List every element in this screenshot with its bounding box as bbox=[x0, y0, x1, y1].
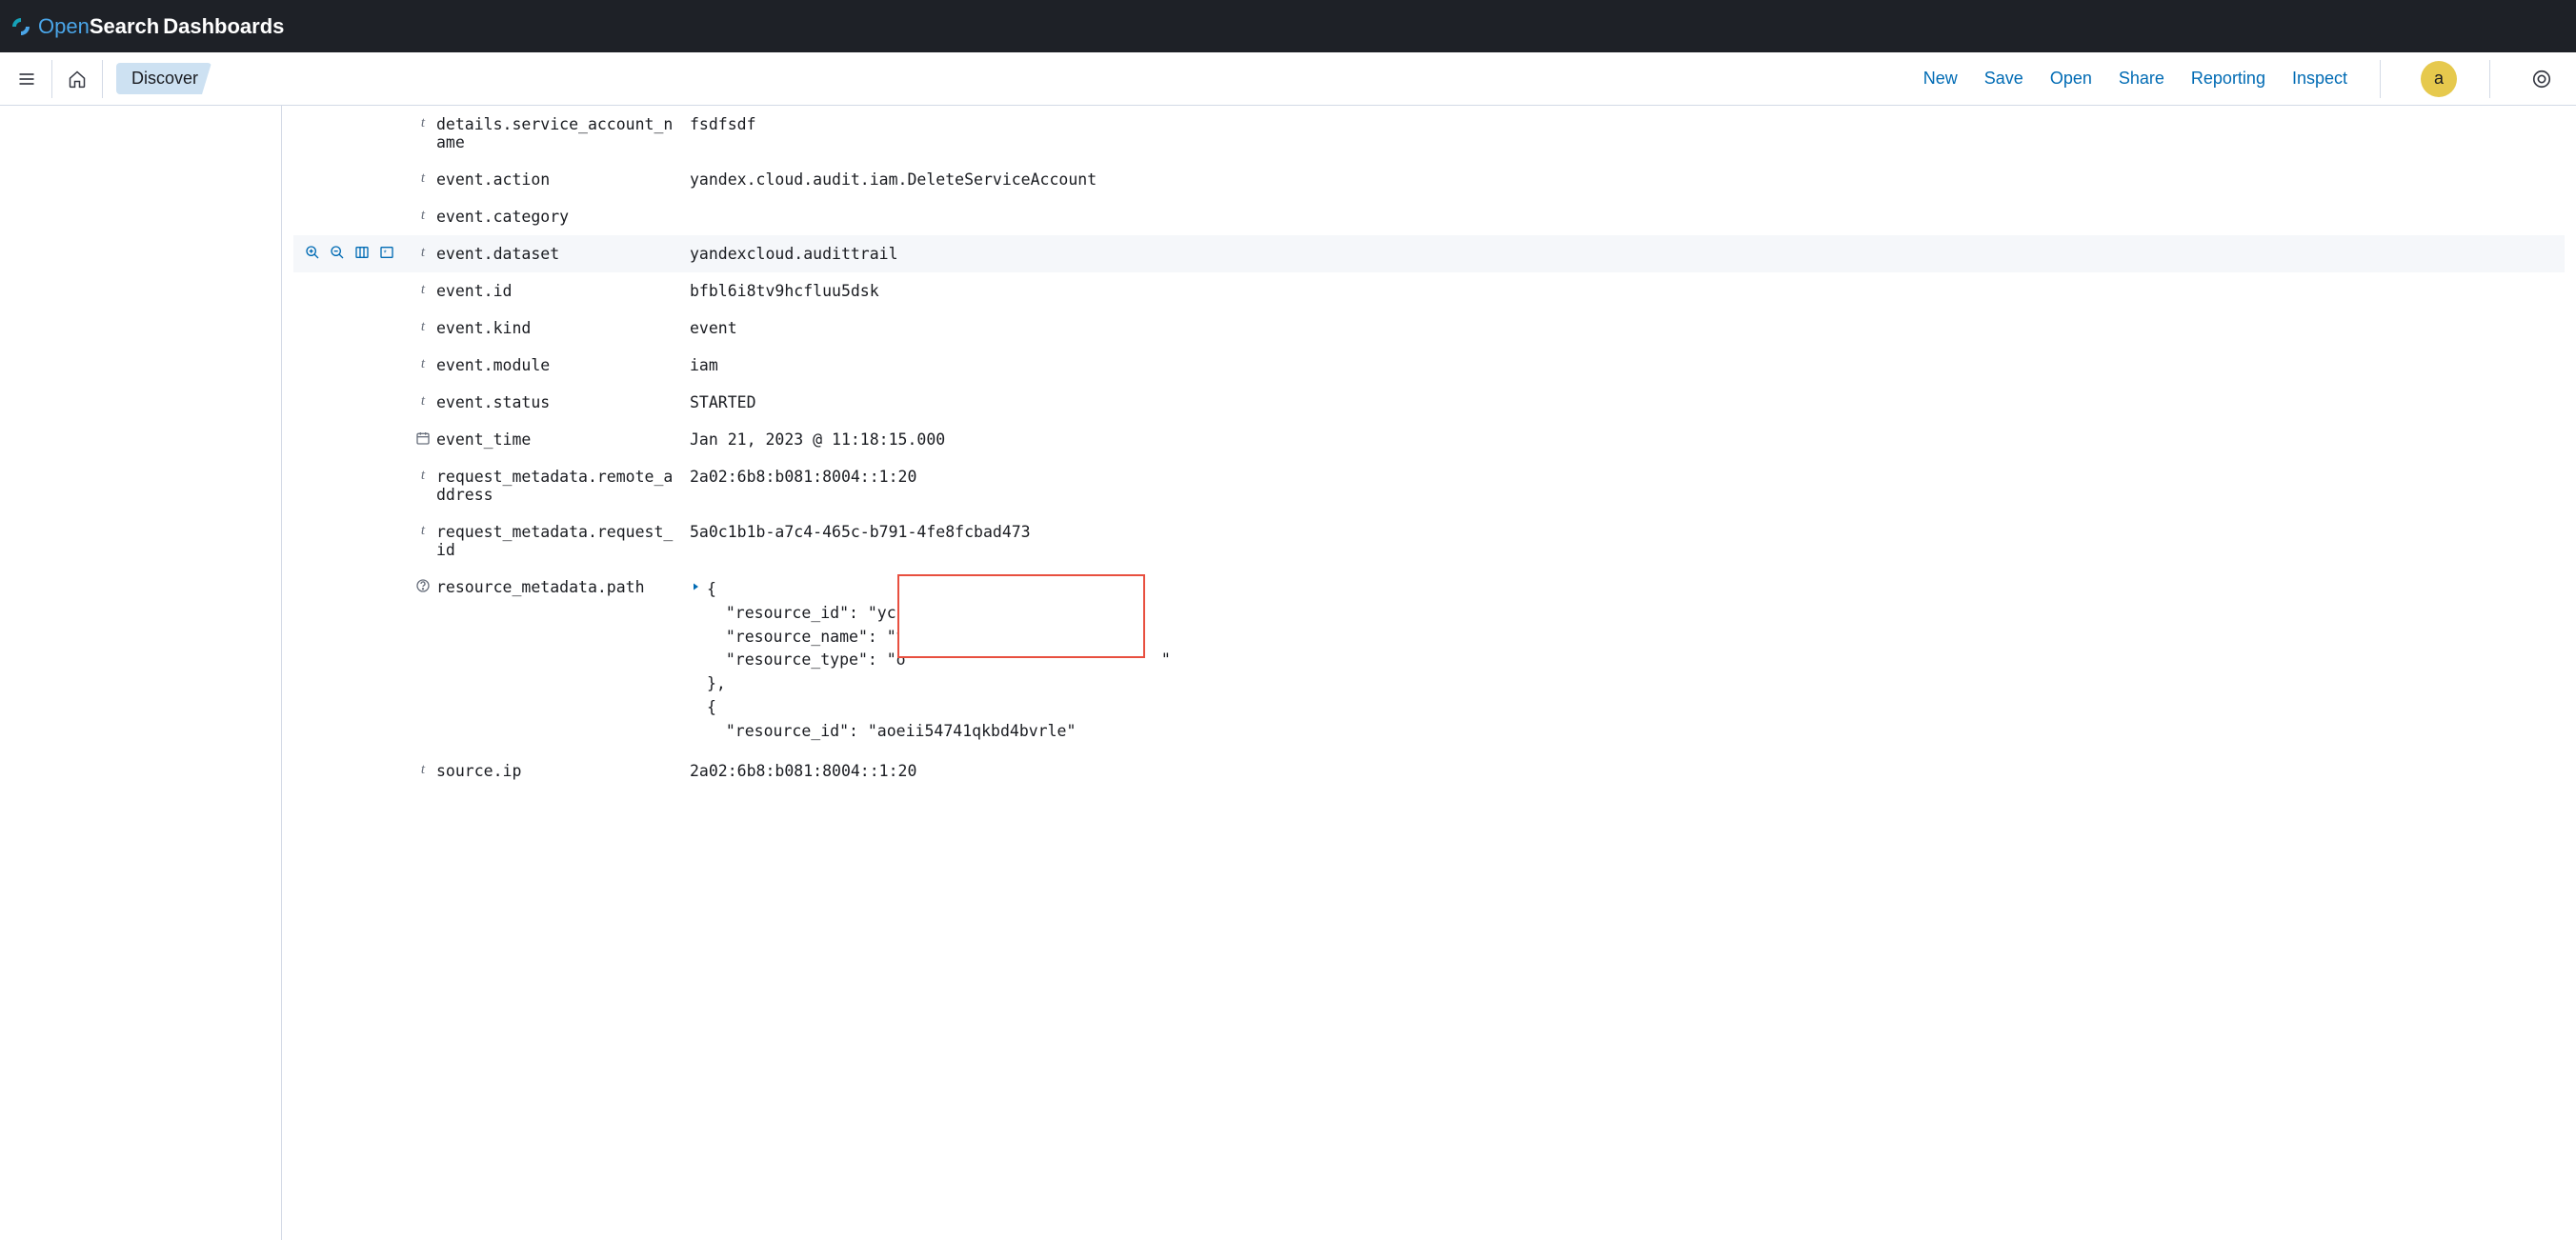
new-button[interactable]: New bbox=[1923, 69, 1958, 89]
field-value: yandexcloud.audittrail bbox=[690, 245, 2561, 263]
field-row[interactable]: * tsource.ip2a02:6b8:b081:8004::1:20 bbox=[293, 752, 2565, 790]
field-name: event.status bbox=[436, 393, 690, 411]
field-row[interactable]: * resource_metadata.path{ "resource_id":… bbox=[293, 569, 2565, 752]
field-name: source.ip bbox=[436, 762, 690, 780]
field-name: event.module bbox=[436, 356, 690, 374]
logo-text: OpenSearchDashboards bbox=[38, 14, 284, 39]
field-value: { "resource_id": "yc. "resource_name": "… bbox=[690, 578, 2561, 743]
field-table: * tdetails.service_account_idb1bbuc4ckc2… bbox=[293, 106, 2565, 790]
field-row[interactable]: * tevent.moduleiam bbox=[293, 347, 2565, 384]
logo-search: Search bbox=[90, 14, 159, 38]
field-name: event.dataset bbox=[436, 245, 690, 263]
text-type-icon: t bbox=[410, 523, 436, 539]
help-button[interactable] bbox=[2523, 60, 2561, 98]
field-row[interactable]: * tevent.datasetyandexcloud.audittrail bbox=[293, 235, 2565, 272]
field-value: 2a02:6b8:b081:8004::1:20 bbox=[690, 762, 2561, 780]
filter-out-icon[interactable] bbox=[330, 245, 345, 260]
field-value: STARTED bbox=[690, 393, 2561, 411]
text-type-icon: t bbox=[410, 208, 436, 224]
field-row[interactable]: * event_timeJan 21, 2023 @ 11:18:15.000 bbox=[293, 421, 2565, 458]
app-logo[interactable]: OpenSearchDashboards bbox=[10, 14, 284, 39]
field-row[interactable]: * tevent.actionyandex.cloud.audit.iam.De… bbox=[293, 161, 2565, 198]
text-type-icon: t bbox=[410, 170, 436, 187]
unknown-type-icon bbox=[410, 578, 436, 593]
field-value: yandex.cloud.audit.iam.DeleteServiceAcco… bbox=[690, 170, 2561, 189]
field-name: event.action bbox=[436, 170, 690, 189]
save-button[interactable]: Save bbox=[1984, 69, 2023, 89]
field-value: event bbox=[690, 319, 2561, 337]
logo-dashboards: Dashboards bbox=[163, 14, 284, 38]
text-type-icon: t bbox=[410, 356, 436, 372]
field-row[interactable]: * trequest_metadata.request_id5a0c1b1b-a… bbox=[293, 513, 2565, 569]
field-row[interactable]: * tevent.category bbox=[293, 198, 2565, 235]
home-button[interactable] bbox=[58, 60, 96, 98]
document-detail-panel[interactable]: * tdetails.service_account_idb1bbuc4ckc2… bbox=[282, 106, 2576, 1240]
text-type-icon: t bbox=[410, 245, 436, 261]
field-value: fsdfsdf bbox=[690, 115, 2561, 133]
json-value: { "resource_id": "yc. "resource_name": "… bbox=[707, 578, 1171, 743]
toggle-column-icon[interactable] bbox=[354, 245, 370, 260]
text-type-icon: t bbox=[410, 393, 436, 410]
field-value: 5a0c1b1b-a7c4-465c-b791-4fe8fcbad473 bbox=[690, 523, 2561, 541]
menu-toggle-button[interactable] bbox=[8, 60, 46, 98]
app-bar-left: Discover bbox=[8, 60, 211, 98]
expand-json-icon[interactable] bbox=[690, 578, 701, 596]
divider bbox=[51, 60, 52, 98]
divider bbox=[2489, 60, 2490, 98]
open-button[interactable]: Open bbox=[2050, 69, 2092, 89]
field-row[interactable]: * tdetails.service_account_namefsdfsdf bbox=[293, 106, 2565, 161]
field-value: 2a02:6b8:b081:8004::1:20 bbox=[690, 468, 2561, 486]
left-sidebar bbox=[0, 106, 282, 1240]
field-row[interactable]: * tevent.statusSTARTED bbox=[293, 384, 2565, 421]
inspect-button[interactable]: Inspect bbox=[2292, 69, 2347, 89]
logo-open: Open bbox=[38, 14, 90, 38]
app-bar: Discover New Save Open Share Reporting I… bbox=[0, 52, 2576, 106]
field-name: details.service_account_name bbox=[436, 115, 690, 151]
breadcrumb-current[interactable]: Discover bbox=[116, 63, 211, 94]
divider bbox=[2380, 60, 2381, 98]
reporting-button[interactable]: Reporting bbox=[2191, 69, 2265, 89]
filter-in-icon[interactable] bbox=[305, 245, 320, 260]
field-name: event.id bbox=[436, 282, 690, 300]
field-name: event_time bbox=[436, 430, 690, 449]
text-type-icon: t bbox=[410, 115, 436, 131]
opensearch-logo-icon bbox=[10, 15, 32, 38]
top-banner: OpenSearchDashboards bbox=[0, 0, 2576, 52]
user-avatar[interactable]: a bbox=[2421, 61, 2457, 97]
content-area: * tdetails.service_account_idb1bbuc4ckc2… bbox=[0, 106, 2576, 1240]
date-type-icon bbox=[410, 430, 436, 446]
text-type-icon: t bbox=[410, 762, 436, 778]
row-actions: * bbox=[297, 245, 410, 260]
field-value: Jan 21, 2023 @ 11:18:15.000 bbox=[690, 430, 2561, 449]
exists-filter-icon[interactable]: * bbox=[379, 245, 394, 260]
share-button[interactable]: Share bbox=[2119, 69, 2164, 89]
field-row[interactable]: * trequest_metadata.remote_address2a02:6… bbox=[293, 458, 2565, 513]
divider bbox=[102, 60, 103, 98]
field-row[interactable]: * tevent.kindevent bbox=[293, 310, 2565, 347]
field-name: event.category bbox=[436, 208, 690, 226]
app-bar-right: New Save Open Share Reporting Inspect a bbox=[1923, 60, 2568, 98]
text-type-icon: t bbox=[410, 319, 436, 335]
text-type-icon: t bbox=[410, 282, 436, 298]
field-row[interactable]: * tevent.idbfbl6i8tv9hcfluu5dsk bbox=[293, 272, 2565, 310]
field-name: request_metadata.request_id bbox=[436, 523, 690, 559]
svg-text:*: * bbox=[384, 249, 387, 257]
text-type-icon: t bbox=[410, 468, 436, 484]
field-name: event.kind bbox=[436, 319, 690, 337]
field-value: bfbl6i8tv9hcfluu5dsk bbox=[690, 282, 2561, 300]
field-value: iam bbox=[690, 356, 2561, 374]
field-name: resource_metadata.path bbox=[436, 578, 690, 596]
field-name: request_metadata.remote_address bbox=[436, 468, 690, 504]
